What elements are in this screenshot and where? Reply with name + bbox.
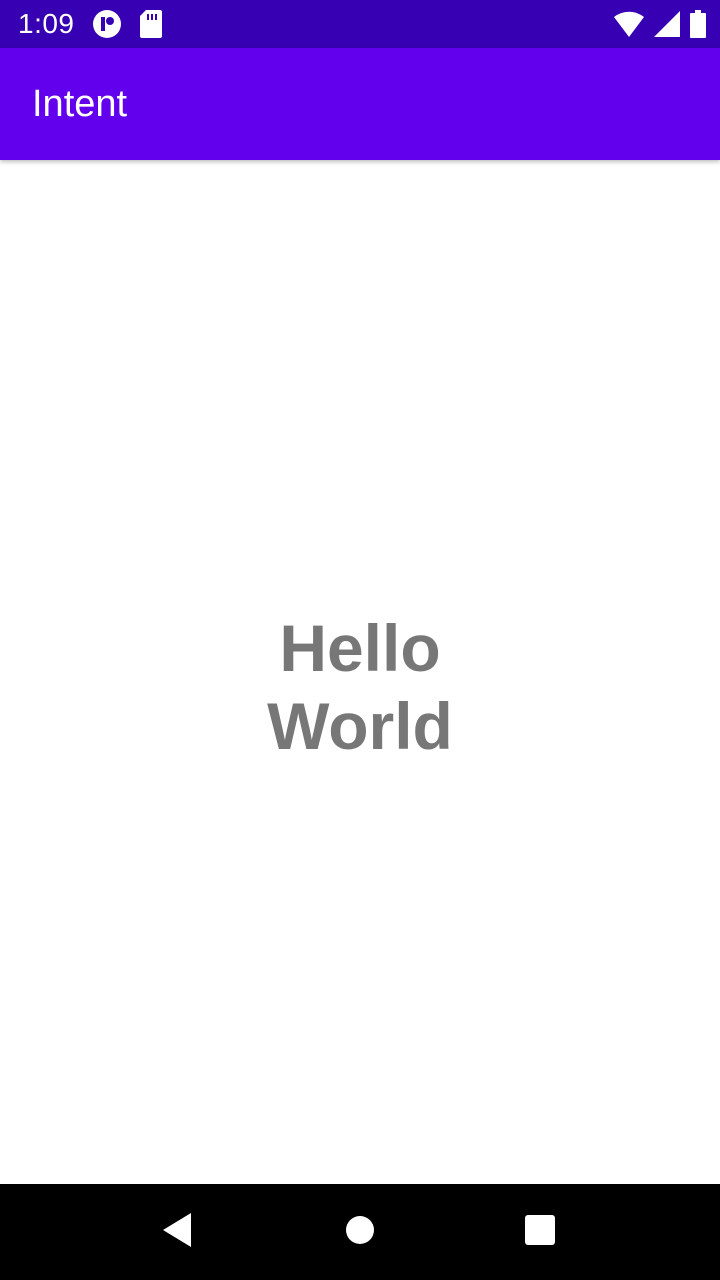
recents-button[interactable] [516,1208,564,1256]
home-button[interactable] [336,1208,384,1256]
back-button[interactable] [154,1208,202,1256]
hello-world-text: Hello World [267,611,453,763]
status-time: 1:09 [18,8,75,39]
home-icon [345,1215,375,1250]
main-content: Hello World [0,160,720,1184]
app-bar: Intent [0,48,720,160]
cell-signal-icon [654,11,680,37]
app-title: Intent [32,83,128,125]
status-bar: 1:09 [0,0,720,48]
status-notification-icons [92,10,162,38]
navigation-bar [0,1184,720,1280]
screen: 1:09 Intent Hello World [0,0,720,1280]
sd-card-icon [140,10,162,38]
wifi-icon [614,11,644,37]
status-system-icons [614,10,706,38]
back-icon [163,1212,193,1252]
recents-icon [525,1214,555,1250]
notification-app-icon [92,9,122,39]
battery-icon [690,10,706,38]
